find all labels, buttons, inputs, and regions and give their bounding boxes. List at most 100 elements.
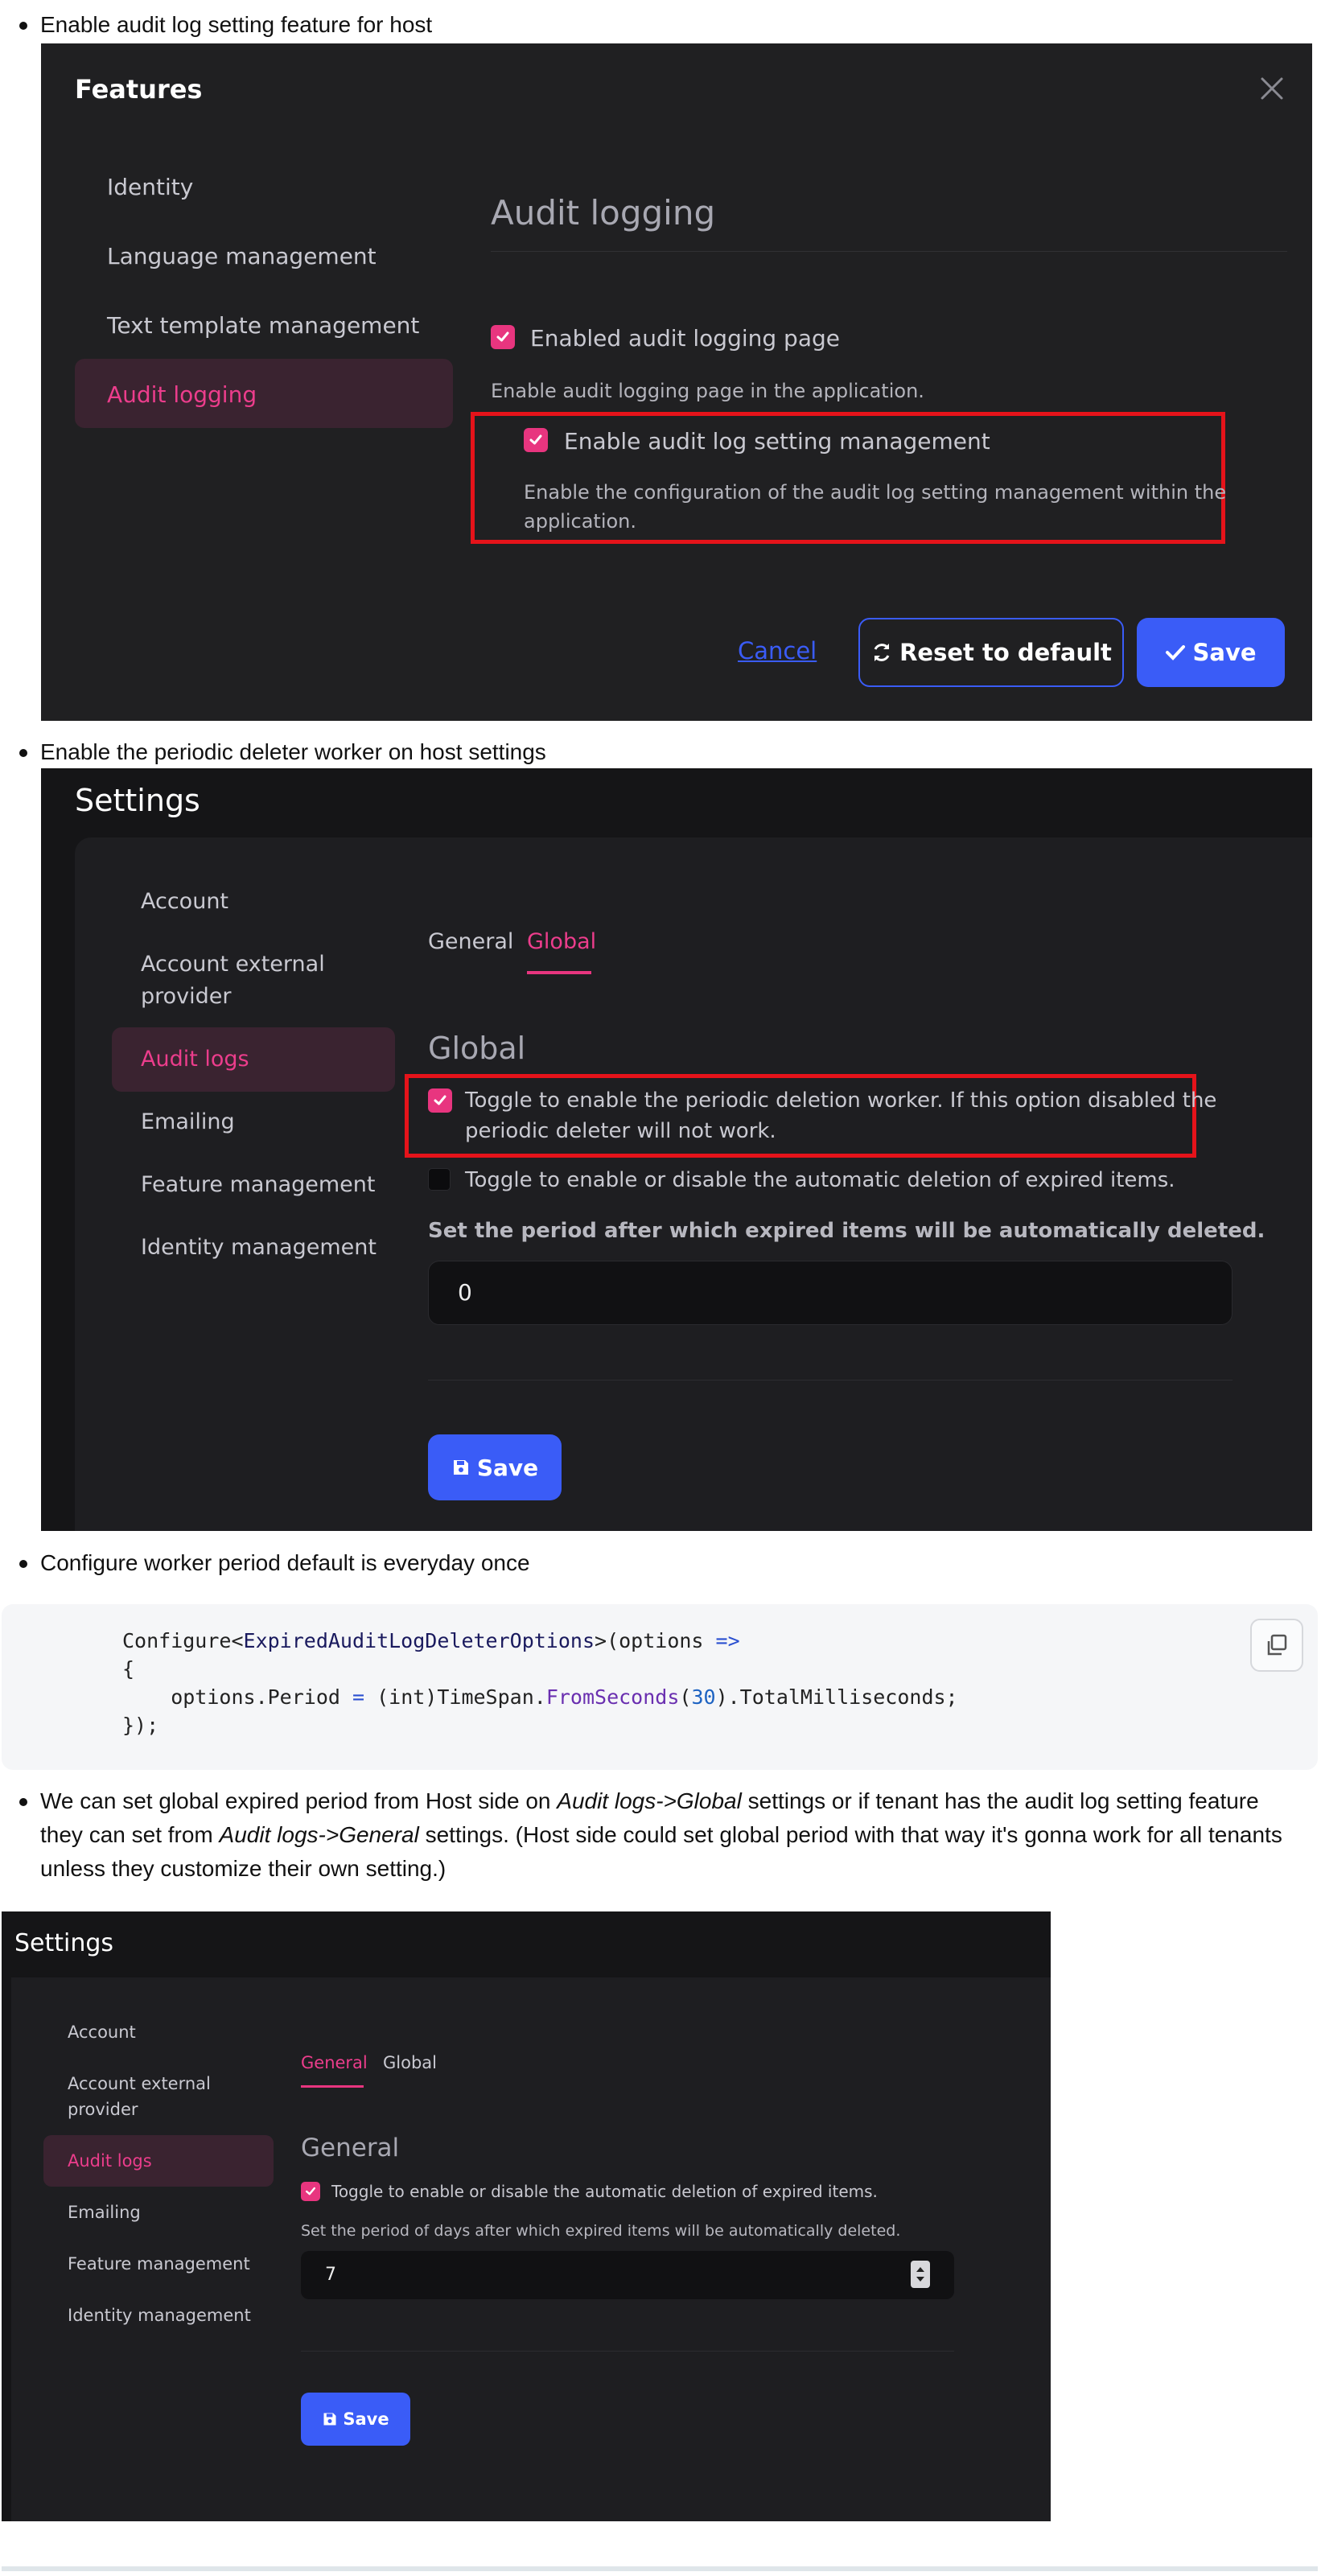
paragraph-emphasis: Audit logs->General (219, 1822, 419, 1847)
settings-general-panel: Settings Account Account external provid… (2, 1911, 1051, 2521)
settings-card (11, 1977, 1051, 2521)
nav-item-identity[interactable]: Identity (107, 174, 193, 200)
code-token: { (122, 1657, 135, 1681)
divider (301, 2351, 954, 2352)
auto-deletion-checkbox[interactable] (428, 1168, 451, 1191)
bullet-text: Configure worker period default is every… (40, 1550, 530, 1575)
tab-active-underline (301, 2085, 364, 2088)
period-input[interactable]: 0 (428, 1261, 1233, 1325)
save-button[interactable]: Save (1137, 618, 1285, 687)
enable-audit-log-setting-label: Enable audit log setting management (564, 428, 990, 455)
bullet-dot (19, 1798, 27, 1806)
code-token: 30 (691, 1685, 716, 1709)
nav-item-text-template-management[interactable]: Text template management (107, 312, 419, 339)
bullet-dot (19, 749, 27, 757)
auto-deletion-label: Toggle to enable or disable the automati… (331, 2182, 878, 2201)
nav-item-audit-logging[interactable]: Audit logging (107, 381, 257, 408)
cancel-link[interactable]: Cancel (738, 637, 817, 665)
period-label: Set the period of days after which expir… (301, 2222, 901, 2240)
code-token: FromSeconds (545, 1685, 680, 1709)
nav-item-account[interactable]: Account (141, 889, 228, 914)
enabled-audit-logging-checkbox[interactable] (491, 325, 515, 349)
nav-item-account[interactable]: Account (68, 2023, 136, 2042)
copy-icon (1267, 1634, 1287, 1656)
nav-item-identity-management[interactable]: Identity management (141, 1235, 377, 1260)
code-token: (int)TimeSpan. (364, 1685, 546, 1709)
periodic-deletion-label-1: Toggle to enable the periodic deletion w… (465, 1088, 1217, 1113)
check-icon (496, 331, 509, 342)
nav-item-audit-logs[interactable]: Audit logs (141, 1047, 249, 1072)
paragraph-emphasis: Audit logs->Global (557, 1788, 742, 1813)
period-input-value: 7 (325, 2265, 336, 2285)
code-token: Configure< (122, 1629, 244, 1652)
code-token: >(options (595, 1629, 716, 1652)
nav-item-audit-logs[interactable]: Audit logs (68, 2151, 152, 2171)
close-icon[interactable] (1257, 74, 1286, 103)
reset-to-default-button[interactable]: Reset to default (858, 618, 1124, 687)
enable-audit-log-setting-desc-1: Enable the configuration of the audit lo… (524, 481, 1227, 504)
divider (428, 1380, 1233, 1381)
section-title: General (301, 2134, 400, 2162)
nav-item-feature-management[interactable]: Feature management (68, 2254, 250, 2274)
tab-global[interactable]: Global (527, 929, 596, 954)
modal-title: Features (75, 74, 203, 105)
bullet-dot (19, 22, 27, 30)
nav-item-emailing[interactable]: Emailing (68, 2203, 141, 2222)
nav-item-identity-management[interactable]: Identity management (68, 2306, 251, 2325)
auto-deletion-checkbox[interactable] (301, 2182, 320, 2201)
paragraph: We can set global expired period from Ho… (40, 1784, 1295, 1886)
code-token: ).TotalMilliseconds; (715, 1685, 958, 1709)
enable-audit-log-setting-checkbox[interactable] (524, 428, 548, 452)
bullet-item: Enable audit log setting feature for hos… (19, 8, 1307, 42)
periodic-deletion-checkbox[interactable] (428, 1088, 452, 1113)
bullet-item: Configure worker period default is every… (19, 1546, 1307, 1580)
bottom-rule (2, 2566, 1318, 2571)
code-token: }); (122, 1714, 159, 1737)
floppy-disk-icon (453, 1460, 468, 1475)
spinner-icon[interactable] (911, 2261, 930, 2288)
code-token: ExpiredAuditLogDeleterOptions (243, 1629, 595, 1652)
code-token: => (715, 1629, 740, 1652)
check-icon (529, 434, 542, 445)
code-text: Configure<ExpiredAuditLogDeleterOptions>… (122, 1627, 958, 1739)
settings-title: Settings (14, 1929, 114, 1957)
nav-item-language-management[interactable]: Language management (107, 243, 377, 270)
check-icon (1166, 645, 1186, 660)
code-token: ( (679, 1685, 692, 1709)
auto-deletion-label: Toggle to enable or disable the automati… (465, 1168, 1175, 1192)
bullet-text: Enable the periodic deleter worker on ho… (40, 739, 546, 764)
save-button[interactable]: Save (428, 1434, 562, 1500)
nav-item-emailing[interactable]: Emailing (141, 1109, 235, 1134)
nav-item-account-external-provider[interactable]: Account external (68, 2074, 211, 2093)
code-token: options.Period (122, 1685, 352, 1709)
nav-item-account-external-provider-2[interactable]: provider (68, 2100, 138, 2119)
nav-item-account-external-provider[interactable]: Account external (141, 952, 325, 977)
check-icon (434, 1095, 447, 1105)
enabled-audit-logging-label: Enabled audit logging page (530, 325, 840, 352)
tab-global[interactable]: Global (383, 2053, 437, 2072)
enabled-audit-logging-desc: Enable audit logging page in the applica… (491, 380, 924, 402)
bullet-text: Enable audit log setting feature for hos… (40, 12, 433, 37)
enable-audit-log-setting-desc-2: application. (524, 510, 637, 533)
save-button[interactable]: Save (301, 2393, 410, 2446)
bullet-dot (19, 1560, 27, 1568)
code-token: = (352, 1685, 365, 1709)
nav-item-feature-management[interactable]: Feature management (141, 1172, 375, 1197)
section-title: Global (428, 1031, 526, 1066)
nav-item-account-external-provider-2[interactable]: provider (141, 984, 232, 1009)
period-input[interactable]: 7 (301, 2251, 954, 2299)
period-label: Set the period after which expired items… (428, 1219, 1265, 1243)
save-label: Save (476, 1454, 539, 1481)
highlight-box (405, 1074, 1196, 1158)
reset-label: Reset to default (899, 639, 1112, 666)
copy-button[interactable] (1250, 1619, 1303, 1672)
paragraph-text: We can set global expired period from Ho… (40, 1788, 558, 1813)
section-title: Audit logging (491, 193, 716, 232)
check-icon (306, 2187, 315, 2195)
code-block: Configure<ExpiredAuditLogDeleterOptions>… (2, 1604, 1318, 1770)
save-label: Save (1192, 639, 1257, 666)
features-modal: Features Identity Language management Te… (41, 43, 1312, 721)
tab-general[interactable]: General (301, 2053, 368, 2072)
period-input-value: 0 (458, 1279, 472, 1306)
tab-general[interactable]: General (428, 929, 513, 954)
